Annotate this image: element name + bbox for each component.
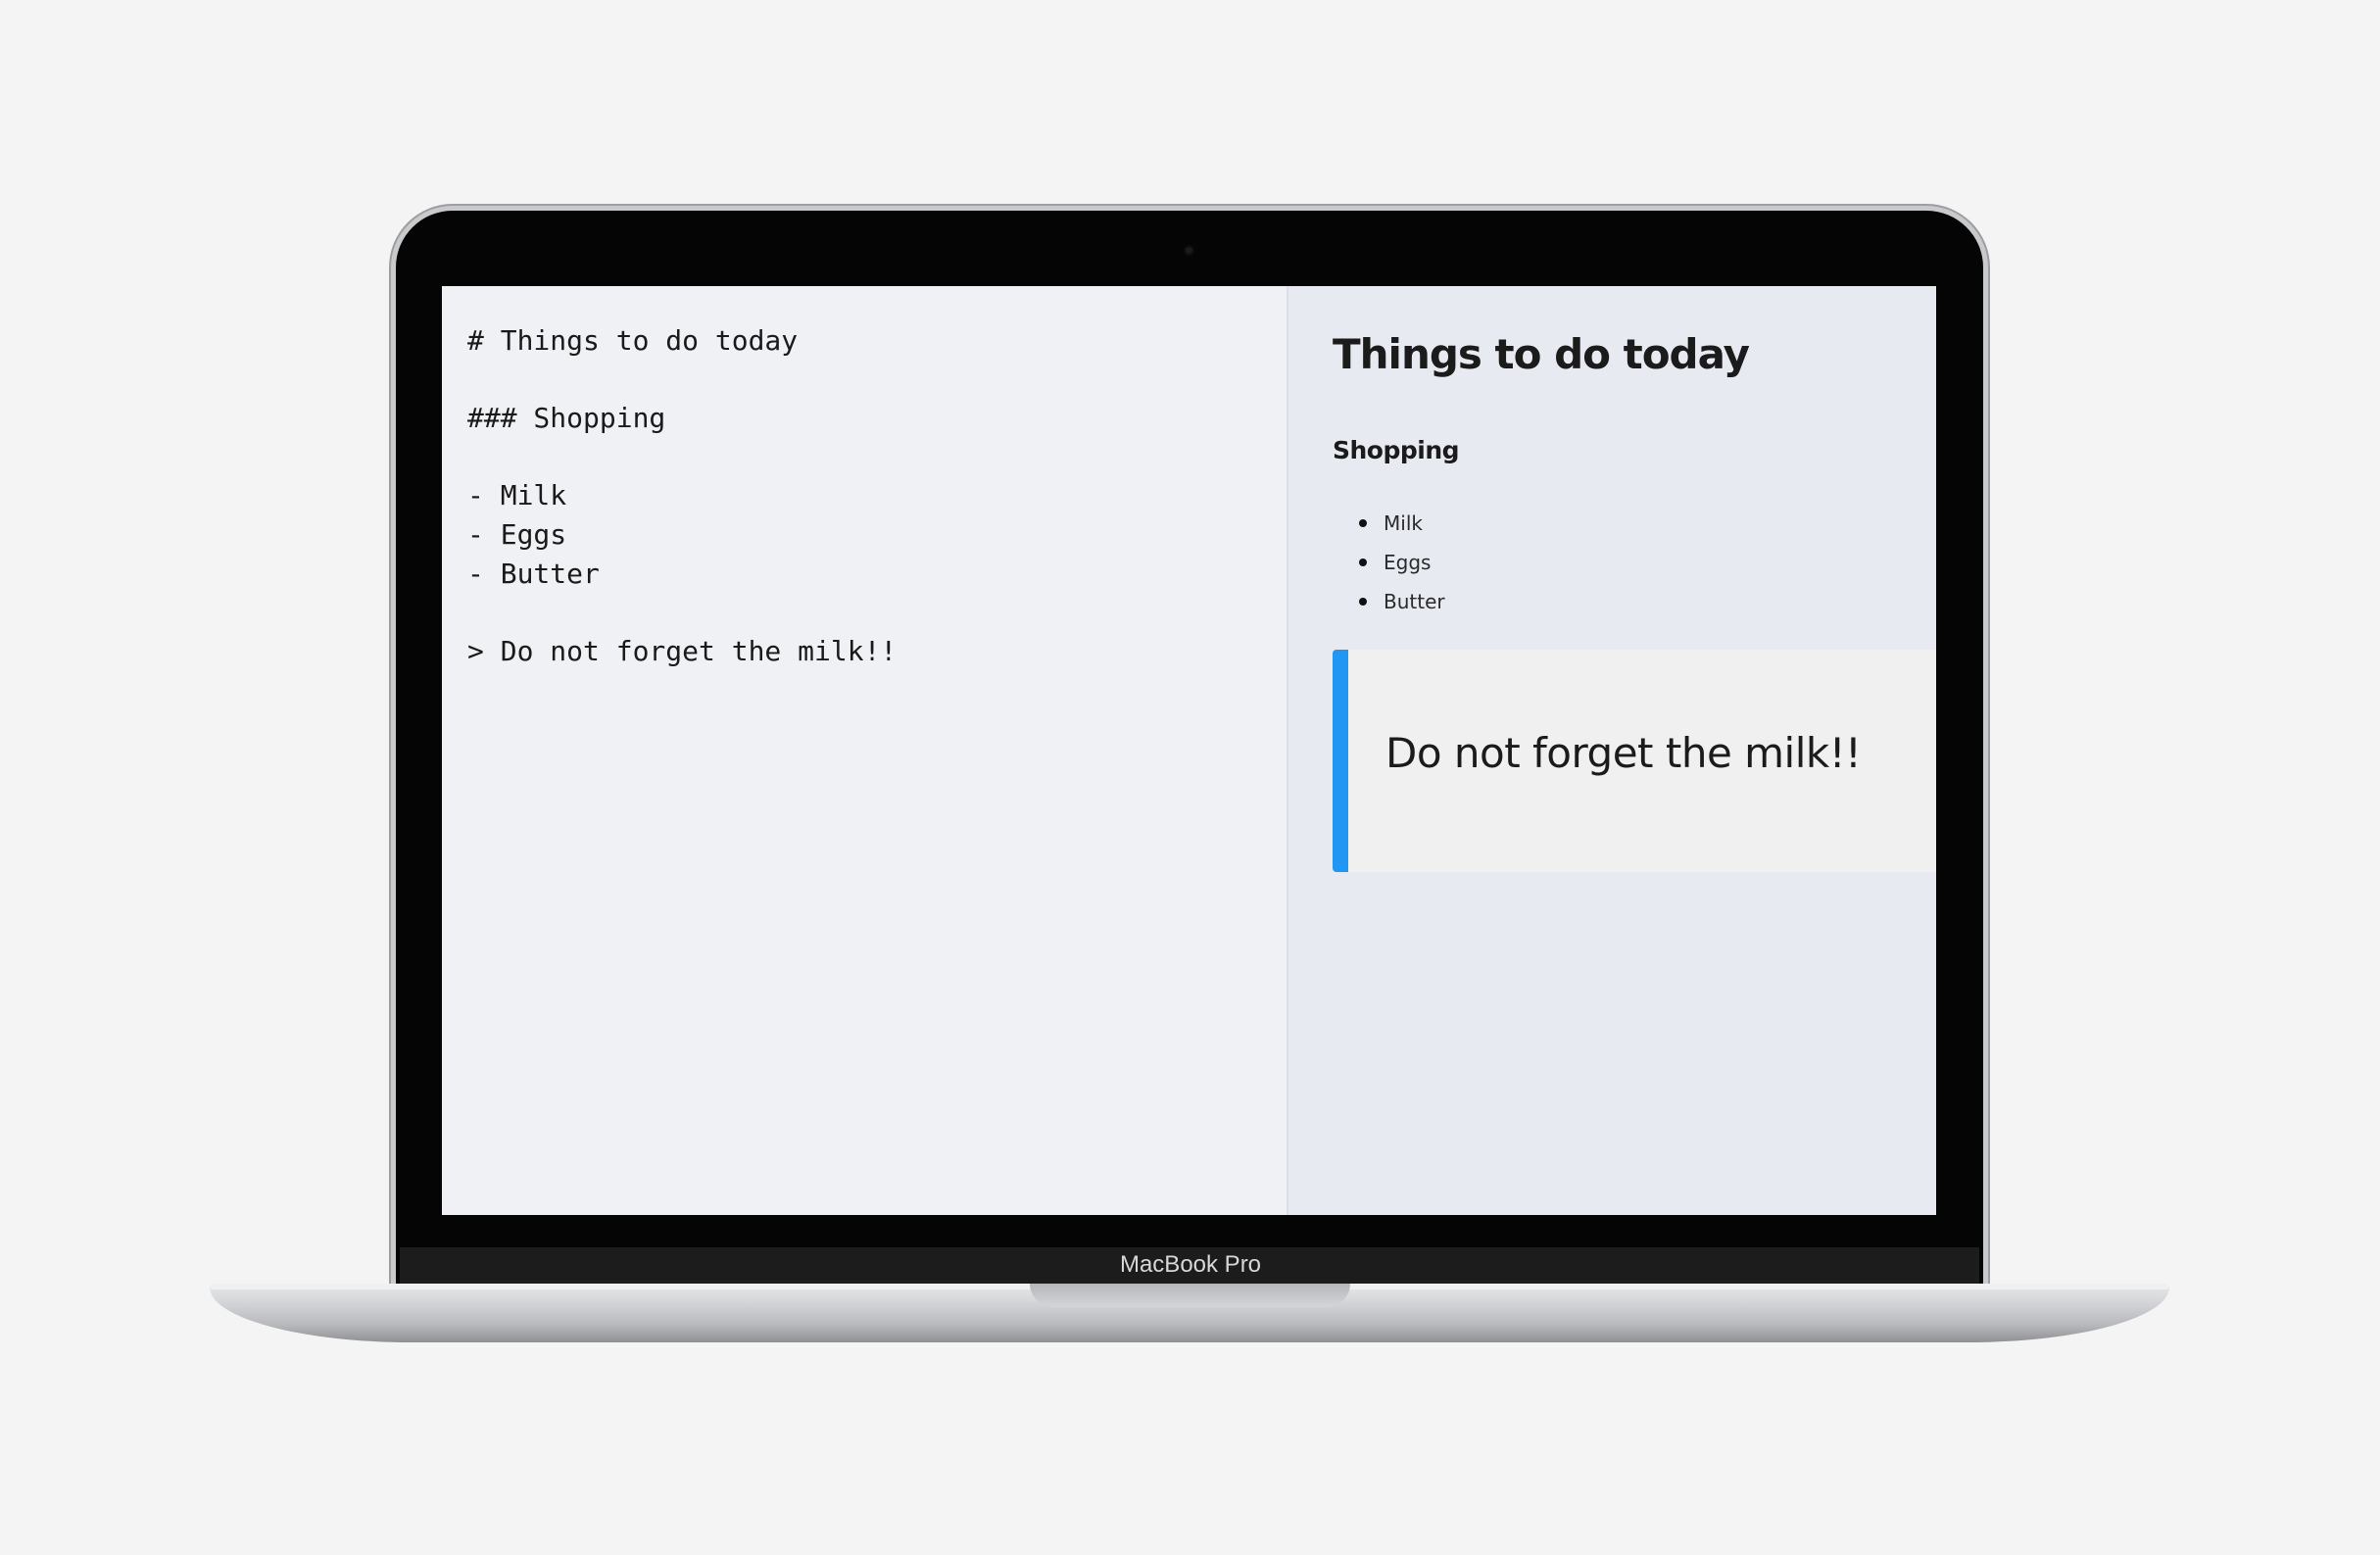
preview-list: Milk Eggs Butter [1333, 504, 1445, 621]
editor-line[interactable]: - Butter [467, 555, 1287, 594]
preview-heading: Things to do today [1333, 330, 1750, 378]
preview-subheading: Shopping [1333, 436, 1460, 464]
list-item: Milk [1359, 504, 1445, 543]
editor-line[interactable]: > Do not forget the milk!! [467, 632, 1287, 671]
list-item: Eggs [1359, 543, 1445, 582]
preview-blockquote: Do not forget the milk!! [1333, 650, 1936, 872]
markdown-preview: Things to do today Shopping Milk Eggs Bu… [1288, 286, 1936, 1215]
opening-notch [1030, 1284, 1350, 1307]
editor-line[interactable]: ### Shopping [467, 399, 1287, 438]
editor-line[interactable]: # Things to do today [467, 321, 1287, 361]
editor-line[interactable] [467, 594, 1287, 632]
camera-icon [1184, 245, 1194, 256]
editor-line[interactable] [467, 438, 1287, 476]
blockquote-text: Do not forget the milk!! [1385, 729, 1862, 777]
markdown-editor[interactable]: # Things to do today ### Shopping - Milk… [442, 286, 1288, 1215]
brand-label: MacBook Pro [1119, 1251, 1262, 1278]
editor-line[interactable]: - Milk [467, 476, 1287, 515]
app-window: # Things to do today ### Shopping - Milk… [442, 286, 1936, 1215]
editor-line[interactable] [467, 361, 1287, 399]
laptop-mockup: # Things to do today ### Shopping - Milk… [0, 0, 2380, 1555]
list-item: Butter [1359, 582, 1445, 621]
editor-line[interactable]: - Eggs [467, 515, 1287, 555]
